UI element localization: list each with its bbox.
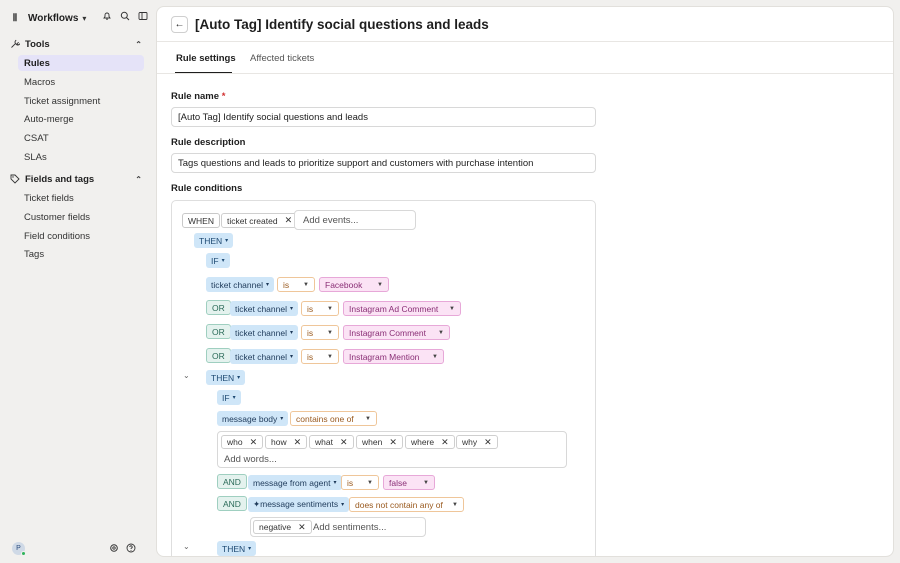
- main-panel: ← [Auto Tag] Identify social questions a…: [156, 6, 894, 557]
- chevron-down-icon[interactable]: ⌄: [183, 371, 190, 380]
- sidebar-section-tools[interactable]: Tools ⌃: [10, 36, 144, 52]
- sidebar-section-fields-and-tags[interactable]: Fields and tags ⌃: [10, 171, 144, 187]
- sidebar-footer: P: [12, 542, 142, 556]
- rule-description-label: Rule description: [171, 137, 246, 148]
- close-icon[interactable]: ✕: [441, 437, 449, 448]
- word-chip[interactable]: when ✕: [356, 435, 403, 449]
- tab-rule-settings[interactable]: Rule settings: [176, 53, 236, 64]
- rule-name-label: Rule name *: [171, 91, 226, 102]
- close-icon[interactable]: ✕: [298, 522, 306, 533]
- sidebar-item-customer-fields[interactable]: Customer fields: [18, 209, 144, 225]
- online-status-dot: [21, 551, 26, 556]
- message-sentiments-dropdown[interactable]: ✦message sentiments ▾: [248, 497, 350, 512]
- sidebar: Ⅱ Workflows ▾ Tools ⌃ Rules Macros Ticke…: [0, 0, 156, 563]
- rule-conditions-label: Rule conditions: [171, 183, 243, 194]
- ticket-channel-dropdown[interactable]: ticket channel ▾: [230, 349, 298, 364]
- back-button[interactable]: ←: [171, 16, 188, 33]
- value-dropdown-instagram-ad-comment[interactable]: Instagram Ad Comment ▼: [343, 301, 461, 316]
- ticket-channel-dropdown[interactable]: ticket channel ▾: [230, 301, 298, 316]
- rule-description-input[interactable]: Tags questions and leads to prioritize s…: [171, 153, 596, 173]
- sidebar-toggle-icon[interactable]: [138, 11, 148, 21]
- word-chip[interactable]: what ✕: [309, 435, 354, 449]
- operator-dropdown[interactable]: contains one of ▼: [290, 411, 377, 426]
- then-chip[interactable]: THEN ▾: [194, 233, 234, 248]
- words-input-box[interactable]: who ✕ how ✕ what ✕ when ✕ where ✕ why ✕ Add wo…: [217, 431, 567, 468]
- workspace-logo-icon: Ⅱ: [12, 12, 18, 24]
- sidebar-item-field-conditions[interactable]: Field conditions: [18, 228, 144, 244]
- value-dropdown-instagram-mention[interactable]: Instagram Mention ▼: [343, 349, 444, 364]
- rule-conditions-editor: WHEN ticket created ✕ Add events... THEN ▾…: [171, 200, 596, 556]
- workspace-title: Workflows: [28, 12, 79, 24]
- sentiment-chip-negative[interactable]: negative ✕: [253, 520, 312, 534]
- sidebar-item-tags[interactable]: Tags: [18, 246, 144, 262]
- event-chip-ticket-created[interactable]: ticket created ✕: [221, 213, 299, 228]
- chevron-up-icon[interactable]: ⌃: [135, 175, 142, 184]
- settings-icon[interactable]: [109, 543, 119, 553]
- chevron-down-icon[interactable]: ⌄: [183, 542, 190, 551]
- sidebar-item-macros[interactable]: Macros: [18, 74, 144, 90]
- rule-name-input[interactable]: [Auto Tag] Identify social questions and…: [171, 107, 596, 127]
- sidebar-section-label: Fields and tags: [25, 173, 95, 185]
- sidebar-item-ticket-fields[interactable]: Ticket fields: [18, 190, 144, 206]
- if-chip[interactable]: IF ▾: [217, 390, 241, 405]
- operator-dropdown[interactable]: is ▼: [277, 277, 315, 292]
- then-chip[interactable]: THEN ▾: [217, 541, 257, 556]
- close-icon[interactable]: ✕: [285, 215, 293, 226]
- operator-dropdown[interactable]: is ▼: [301, 349, 339, 364]
- required-mark: *: [221, 91, 226, 102]
- tab-affected-tickets[interactable]: Affected tickets: [250, 53, 314, 64]
- close-icon[interactable]: ✕: [340, 437, 348, 448]
- close-icon[interactable]: ✕: [389, 437, 397, 448]
- when-chip: WHEN: [182, 213, 220, 228]
- value-dropdown-false[interactable]: false ▼: [383, 475, 435, 490]
- message-body-dropdown[interactable]: message body ▾: [217, 411, 289, 426]
- add-words-placeholder[interactable]: Add words...: [224, 454, 277, 465]
- or-chip[interactable]: OR: [206, 300, 231, 315]
- chevron-up-icon[interactable]: ⌃: [135, 40, 142, 49]
- value-dropdown-facebook[interactable]: Facebook ▼: [319, 277, 389, 292]
- sidebar-item-csat[interactable]: CSAT: [18, 130, 144, 146]
- sidebar-item-rules[interactable]: Rules: [18, 55, 144, 71]
- bell-icon[interactable]: [102, 11, 112, 21]
- help-icon[interactable]: [126, 543, 136, 553]
- or-chip[interactable]: OR: [206, 324, 231, 339]
- tag-icon: [10, 174, 20, 184]
- if-chip[interactable]: IF ▾: [206, 253, 230, 268]
- chevron-down-icon: ▾: [82, 13, 87, 23]
- ticket-channel-dropdown[interactable]: ticket channel ▾: [230, 325, 298, 340]
- search-icon[interactable]: [120, 11, 130, 21]
- operator-dropdown[interactable]: is ▼: [301, 325, 339, 340]
- word-chip[interactable]: where ✕: [405, 435, 455, 449]
- close-icon[interactable]: ✕: [294, 437, 302, 448]
- workspace-switcher[interactable]: Ⅱ Workflows ▾: [8, 8, 148, 28]
- close-icon[interactable]: ✕: [250, 437, 258, 448]
- operator-dropdown[interactable]: is ▼: [341, 475, 379, 490]
- wrench-icon: [11, 39, 20, 48]
- then-chip[interactable]: THEN ▾: [206, 370, 246, 385]
- add-events-input[interactable]: Add events...: [294, 210, 416, 230]
- and-chip[interactable]: AND: [217, 496, 247, 511]
- message-from-agent-dropdown[interactable]: message from agent ▾: [248, 475, 342, 490]
- ticket-channel-dropdown[interactable]: ticket channel ▾: [206, 277, 274, 292]
- word-chip[interactable]: why ✕: [456, 435, 498, 449]
- arrow-left-icon: ←: [174, 19, 185, 30]
- operator-dropdown[interactable]: does not contain any of ▼: [349, 497, 464, 512]
- header-divider: [157, 41, 893, 42]
- sidebar-item-auto-merge[interactable]: Auto-merge: [18, 111, 144, 127]
- operator-dropdown[interactable]: is ▼: [301, 301, 339, 316]
- and-chip[interactable]: AND: [217, 474, 247, 489]
- word-chip[interactable]: who ✕: [221, 435, 264, 449]
- sidebar-item-slas[interactable]: SLAs: [18, 149, 144, 165]
- value-dropdown-instagram-comment[interactable]: Instagram Comment ▼: [343, 325, 450, 340]
- sidebar-item-ticket-assignment[interactable]: Ticket assignment: [18, 93, 144, 109]
- close-icon[interactable]: ✕: [484, 437, 492, 448]
- page-title: [Auto Tag] Identify social questions and…: [195, 17, 489, 32]
- sidebar-section-label: Tools: [25, 38, 50, 50]
- or-chip[interactable]: OR: [206, 348, 231, 363]
- word-chip[interactable]: how ✕: [265, 435, 308, 449]
- add-sentiments-placeholder[interactable]: Add sentiments...: [313, 522, 386, 533]
- tabs-divider: [157, 73, 893, 74]
